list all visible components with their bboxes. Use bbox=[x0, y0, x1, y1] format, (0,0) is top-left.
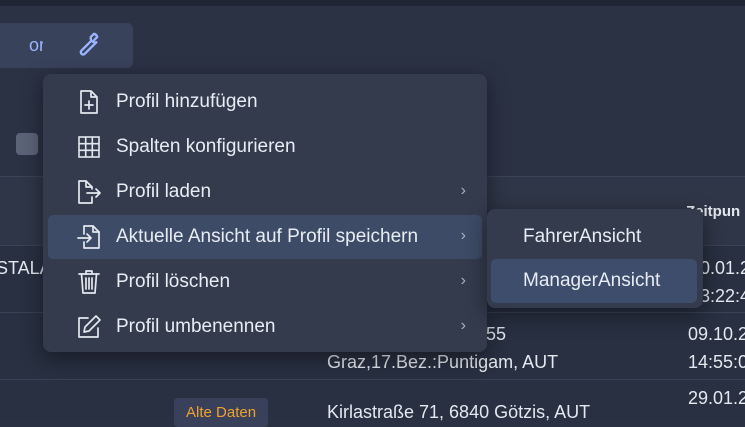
file-plus-icon bbox=[76, 89, 102, 115]
menu-item-label: Profil löschen bbox=[116, 271, 231, 292]
file-import-icon bbox=[76, 224, 102, 250]
menu-item-save-view-to-profile[interactable]: Aktuelle Ansicht auf Profil speichern › bbox=[48, 215, 482, 259]
tools-button[interactable] bbox=[43, 23, 133, 68]
submenu-item-manager-ansicht[interactable]: ManagerAnsicht bbox=[491, 259, 697, 303]
menu-item-configure-columns[interactable]: Spalten konfigurieren bbox=[48, 125, 482, 169]
chevron-right-icon: › bbox=[460, 182, 466, 199]
menu-item-label: Profil laden bbox=[116, 181, 212, 202]
file-export-icon bbox=[76, 179, 102, 205]
profile-context-menu: Profil hinzufügen Spalten konfigurieren … bbox=[43, 74, 487, 352]
menu-item-add-profile[interactable]: Profil hinzufügen bbox=[48, 80, 482, 124]
menu-item-load-profile[interactable]: Profil laden › bbox=[48, 170, 482, 214]
menu-item-label: Profil hinzufügen bbox=[116, 91, 258, 112]
grid-icon bbox=[76, 134, 102, 160]
row-address-line2: Graz,17.Bez.:Puntigam, AUT bbox=[327, 352, 559, 372]
row-time-clock: 14:55:0 bbox=[688, 352, 745, 372]
save-view-submenu: FahrerAnsicht ManagerAnsicht bbox=[487, 209, 703, 308]
trash-icon bbox=[76, 269, 102, 295]
pencil-square-icon bbox=[76, 314, 102, 340]
row-time-clock: 3:22:4 bbox=[700, 286, 745, 306]
menu-item-label: Profil umbenennen bbox=[116, 316, 276, 337]
menu-item-label: Aktuelle Ansicht auf Profil speichern bbox=[116, 226, 419, 247]
chevron-right-icon: › bbox=[460, 317, 466, 334]
submenu-item-label: FahrerAnsicht bbox=[523, 226, 642, 247]
wrench-icon bbox=[75, 30, 101, 61]
submenu-item-label: ManagerAnsicht bbox=[523, 270, 661, 291]
row-time-date: 29.01.2 bbox=[688, 388, 745, 408]
chevron-right-icon: › bbox=[460, 227, 466, 244]
submenu-item-fahrer-ansicht[interactable]: FahrerAnsicht bbox=[491, 215, 697, 259]
menu-item-rename-profile[interactable]: Profil umbenennen › bbox=[48, 305, 482, 349]
status-badge: Alte Daten bbox=[174, 398, 269, 427]
row-time-date: 0.01.2 bbox=[700, 258, 745, 278]
select-all-checkbox[interactable] bbox=[16, 133, 38, 155]
row-time-date: 09.10.2 bbox=[688, 324, 745, 344]
menu-item-delete-profile[interactable]: Profil löschen › bbox=[48, 260, 482, 304]
menu-item-label: Spalten konfigurieren bbox=[116, 136, 296, 157]
row-address-line1: Kirlastraße 71, 6840 Götzis, AUT bbox=[327, 402, 591, 422]
chevron-right-icon: › bbox=[460, 272, 466, 289]
